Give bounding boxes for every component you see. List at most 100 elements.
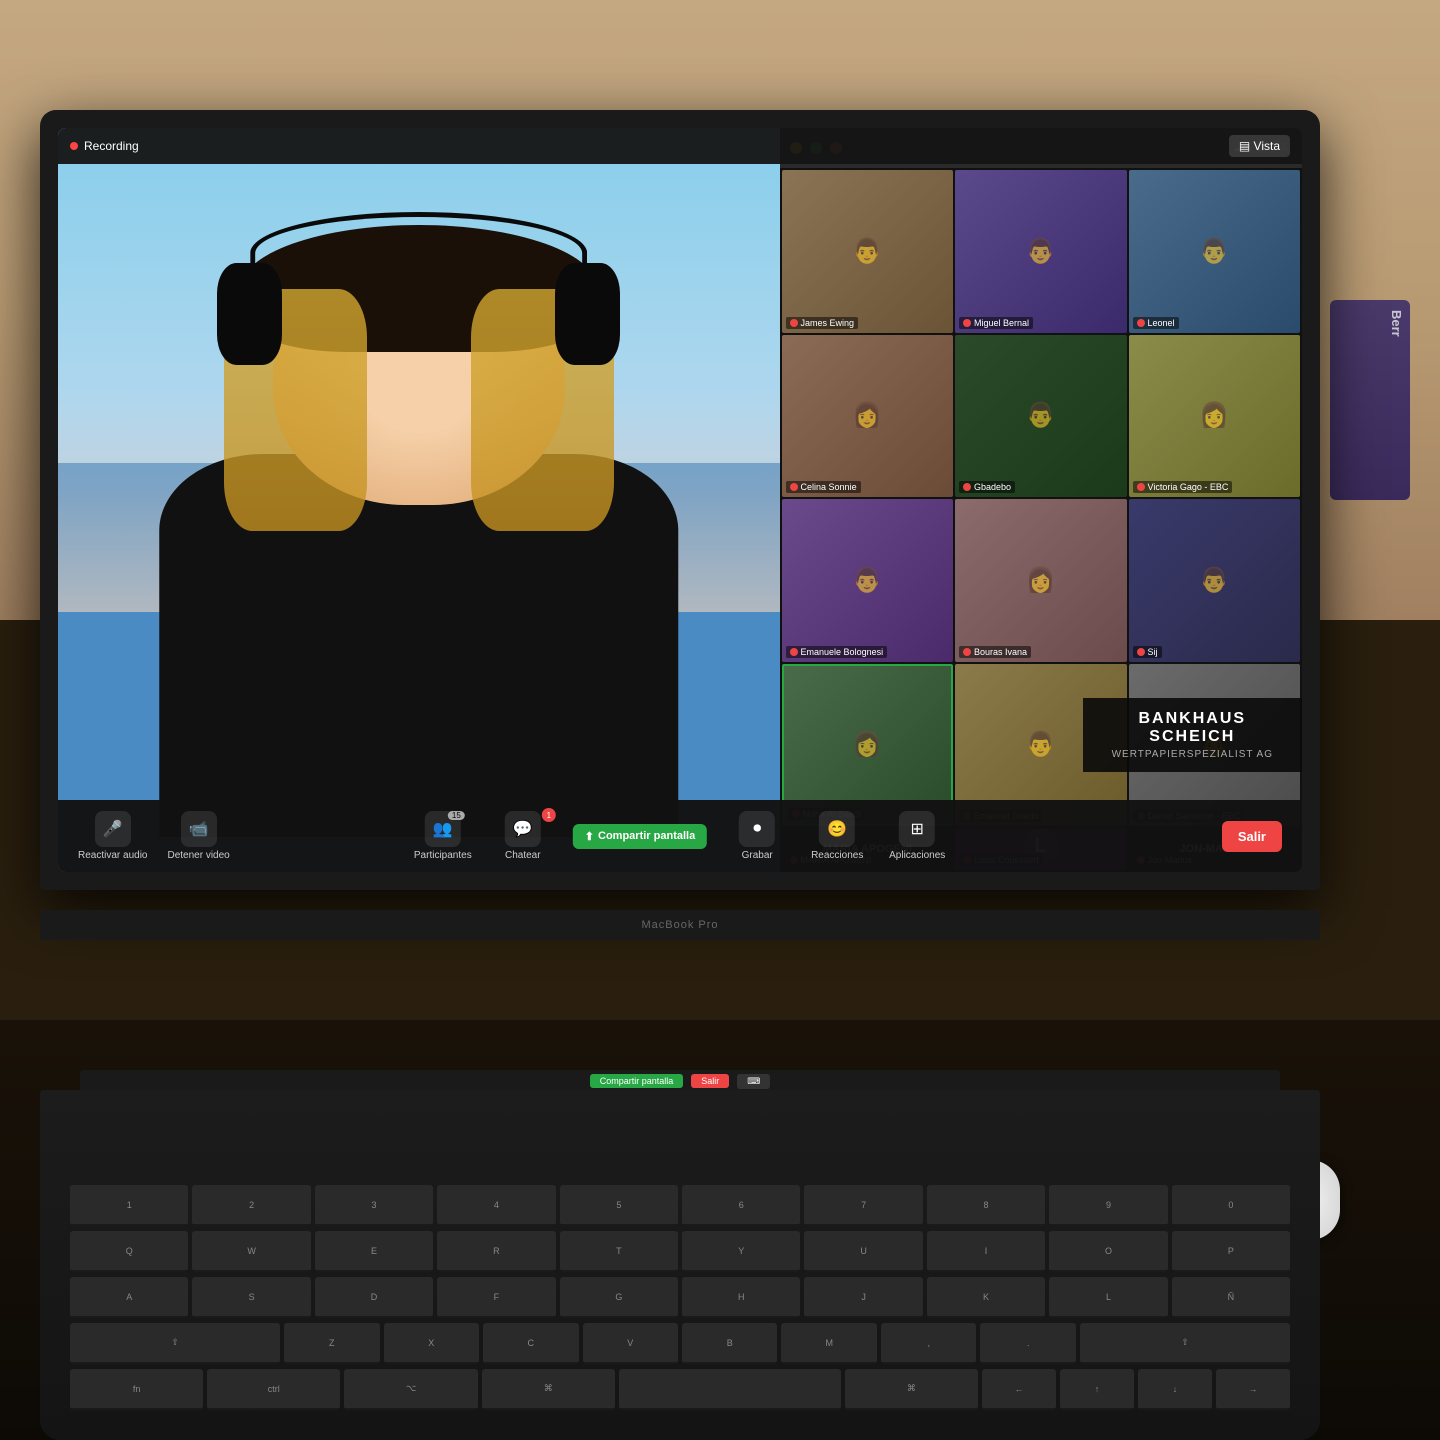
key-8[interactable]: 8 — [927, 1185, 1045, 1226]
gbadebo-avatar: 👨 — [955, 335, 1126, 498]
victoria-name: Victoria Gago - EBC — [1133, 481, 1233, 493]
key-2[interactable]: 2 — [192, 1185, 310, 1226]
chat-label: Chatear — [505, 850, 541, 861]
reactions-control[interactable]: 😊 Reacciones — [807, 811, 867, 861]
key-cmd-left[interactable]: ⌘ — [482, 1369, 615, 1410]
recording-dot — [70, 142, 78, 150]
apps-control[interactable]: ⊞ Aplicaciones — [887, 811, 947, 861]
key-g[interactable]: G — [560, 1277, 678, 1318]
chat-icon-wrap: 💬 — [505, 811, 541, 847]
key-arrow-up[interactable]: ↑ — [1060, 1369, 1134, 1410]
key-arrow-right[interactable]: → — [1216, 1369, 1290, 1410]
key-shift-left[interactable]: ⇧ — [70, 1323, 280, 1364]
key-w[interactable]: W — [192, 1231, 310, 1272]
key-s[interactable]: S — [192, 1277, 310, 1318]
exit-button[interactable]: Salir — [1222, 821, 1282, 852]
key-t[interactable]: T — [560, 1231, 678, 1272]
participant-cell-victoria: 👩 Victoria Gago - EBC — [1129, 335, 1300, 498]
james-mute-icon — [790, 319, 798, 327]
participants-control[interactable]: 👥 Participantes 15 — [413, 811, 473, 861]
screen: Recording ▤ Vista — [58, 128, 1302, 872]
emanuele-name: Emanuele Bolognesi — [786, 646, 888, 658]
audio-control[interactable]: 🎤 Reactivar audio — [78, 811, 147, 861]
key-9[interactable]: 9 — [1049, 1185, 1167, 1226]
apps-icon: ⊞ — [911, 819, 924, 839]
key-e[interactable]: E — [315, 1231, 433, 1272]
key-l[interactable]: L — [1049, 1277, 1167, 1318]
touch-bar-exit[interactable]: Salir — [691, 1074, 729, 1088]
key-arrow-down[interactable]: ↓ — [1138, 1369, 1212, 1410]
video-control[interactable]: 📹 Detener video — [167, 811, 229, 861]
key-1[interactable]: 1 — [70, 1185, 188, 1226]
participants-panel: ▬ ⊞ ⠿ 👨 James Ewing — [780, 128, 1302, 872]
key-o[interactable]: O — [1049, 1231, 1167, 1272]
touch-bar-share[interactable]: Compartir pantalla — [590, 1074, 684, 1088]
key-comma[interactable]: , — [881, 1323, 976, 1364]
james-name: James Ewing — [786, 317, 859, 329]
key-j[interactable]: J — [804, 1277, 922, 1318]
leonel-mute-icon — [1137, 319, 1145, 327]
participants-label: Participantes — [414, 850, 472, 861]
key-n[interactable]: Ñ — [1172, 1277, 1290, 1318]
bankhaus-title: BANKHAUS SCHEICH — [1099, 710, 1286, 746]
key-0[interactable]: 0 — [1172, 1185, 1290, 1226]
leonel-name: Leonel — [1133, 317, 1179, 329]
share-screen-icon: ⬆ — [585, 830, 594, 843]
bouras-name: Bouras Ivana — [959, 646, 1031, 658]
key-k[interactable]: K — [927, 1277, 1045, 1318]
key-space[interactable] — [619, 1369, 841, 1410]
key-m-key[interactable]: M — [781, 1323, 876, 1364]
james-avatar: 👨 — [782, 170, 953, 333]
key-7[interactable]: 7 — [804, 1185, 922, 1226]
record-label: Grabar — [742, 850, 773, 861]
key-ctrl[interactable]: ctrl — [207, 1369, 340, 1410]
key-f[interactable]: F — [437, 1277, 555, 1318]
key-b[interactable]: B — [682, 1323, 777, 1364]
touch-bar: Compartir pantalla Salir ⌨ — [80, 1070, 1280, 1092]
key-a[interactable]: A — [70, 1277, 188, 1318]
key-h[interactable]: H — [682, 1277, 800, 1318]
key-q[interactable]: Q — [70, 1231, 188, 1272]
key-6[interactable]: 6 — [682, 1185, 800, 1226]
share-screen-control[interactable]: ⬆ Compartir pantalla — [573, 824, 707, 849]
vista-button[interactable]: ▤ Vista — [1229, 135, 1290, 157]
key-row-numbers: 1 2 3 4 5 6 7 8 9 0 — [70, 1185, 1290, 1226]
key-u[interactable]: U — [804, 1231, 922, 1272]
microphone-icon: 🎤 — [103, 819, 123, 839]
key-row-asdf: A S D F G H J K L Ñ — [70, 1277, 1290, 1318]
key-alt[interactable]: ⌥ — [344, 1369, 477, 1410]
key-v[interactable]: V — [583, 1323, 678, 1364]
key-z[interactable]: Z — [284, 1323, 379, 1364]
key-shift-right[interactable]: ⇧ — [1080, 1323, 1290, 1364]
key-r[interactable]: R — [437, 1231, 555, 1272]
key-fn[interactable]: fn — [70, 1369, 203, 1410]
key-cmd-right[interactable]: ⌘ — [845, 1369, 978, 1410]
chat-control[interactable]: 💬 Chatear 1 — [493, 811, 553, 861]
audio-label: Reactivar audio — [78, 850, 147, 861]
key-p[interactable]: P — [1172, 1231, 1290, 1272]
key-period[interactable]: . — [980, 1323, 1075, 1364]
key-c[interactable]: C — [483, 1323, 578, 1364]
video-icon-wrap: 📹 — [181, 811, 217, 847]
headphone-left-cup — [217, 263, 282, 365]
key-3[interactable]: 3 — [315, 1185, 433, 1226]
participant-cell-leonel: 👨 Leonel — [1129, 170, 1300, 333]
key-d[interactable]: D — [315, 1277, 433, 1318]
participant-cell-miguel: 👨 Miguel Bernal — [955, 170, 1126, 333]
key-i[interactable]: I — [927, 1231, 1045, 1272]
share-screen-button[interactable]: ⬆ Compartir pantalla — [573, 824, 707, 849]
participant-cell-celina: 👩 Celina Sonnie — [782, 335, 953, 498]
key-x[interactable]: X — [384, 1323, 479, 1364]
macbook-bottom-bar: MacBook Pro — [40, 910, 1320, 940]
reactions-icon: 😊 — [827, 819, 847, 839]
key-y[interactable]: Y — [682, 1231, 800, 1272]
miguel-avatar: 👨 — [955, 170, 1126, 333]
participant-cell-emanuele: 👨 Emanuele Bolognesi — [782, 499, 953, 662]
participant-cell-sij: 👨 Sij — [1129, 499, 1300, 662]
key-4[interactable]: 4 — [437, 1185, 555, 1226]
key-row-qwerty: Q W E R T Y U I O P — [70, 1231, 1290, 1272]
key-5[interactable]: 5 — [560, 1185, 678, 1226]
record-control[interactable]: ⏺ Grabar — [727, 811, 787, 861]
key-arrow-left[interactable]: ← — [982, 1369, 1056, 1410]
audio-icon-wrap: 🎤 — [95, 811, 131, 847]
